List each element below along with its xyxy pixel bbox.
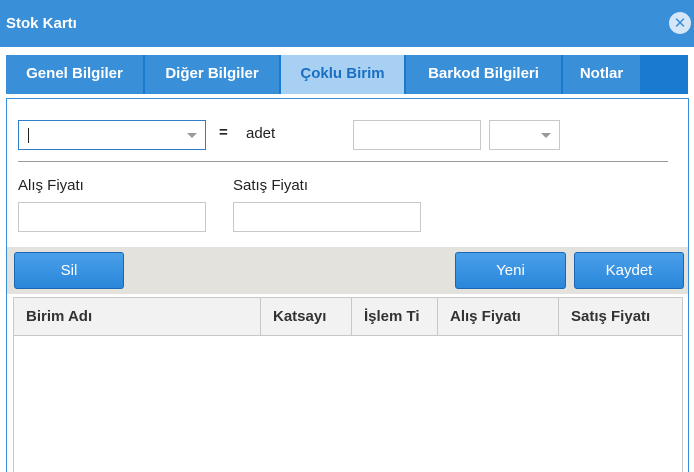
sale-price-label: Satış Fiyatı	[233, 177, 309, 194]
sale-price-field[interactable]	[233, 202, 421, 232]
tab-notlar[interactable]: Notlar	[563, 55, 640, 94]
window-title: Stok Kartı	[6, 15, 77, 32]
base-unit-label: adet	[246, 125, 276, 142]
window-titlebar: Stok Kartı ✕	[0, 0, 694, 47]
column-header-satis-fiyati[interactable]: Satış Fiyatı	[559, 298, 682, 335]
purchase-price-field[interactable]	[18, 202, 206, 232]
unit-select[interactable]	[18, 120, 206, 150]
tab-strip: Genel Bilgiler Diğer Bilgiler Çoklu Biri…	[0, 47, 694, 98]
column-header-alis-fiyati[interactable]: Alış Fiyatı	[438, 298, 559, 335]
column-header-birim-adi[interactable]: Birim Adı	[14, 298, 261, 335]
tab-bar: Genel Bilgiler Diğer Bilgiler Çoklu Biri…	[6, 55, 688, 94]
save-button[interactable]: Kaydet	[574, 252, 684, 289]
equals-sign: =	[219, 124, 228, 141]
secondary-select[interactable]	[489, 120, 560, 150]
chevron-down-icon[interactable]	[541, 133, 551, 138]
multi-unit-panel: = adet Alış Fiyatı Satış Fiyatı Sil Yeni…	[6, 98, 689, 472]
column-header-islem-tipi[interactable]: İşlem Ti	[352, 298, 438, 335]
units-grid: Birim Adı Katsayı İşlem Ti Alış Fiyatı S…	[13, 297, 683, 472]
close-icon[interactable]: ✕	[669, 12, 691, 34]
chevron-down-icon[interactable]	[187, 133, 197, 138]
factor-field[interactable]	[353, 120, 481, 150]
tab-barkod-bilgileri[interactable]: Barkod Bilgileri	[406, 55, 561, 94]
purchase-price-label: Alış Fiyatı	[18, 177, 84, 194]
grid-header: Birim Adı Katsayı İşlem Ti Alış Fiyatı S…	[14, 298, 682, 336]
action-toolbar: Sil Yeni Kaydet	[7, 247, 688, 294]
tab-diger-bilgiler[interactable]: Diğer Bilgiler	[145, 55, 279, 94]
delete-button[interactable]: Sil	[14, 252, 124, 289]
divider	[18, 161, 668, 162]
tab-genel-bilgiler[interactable]: Genel Bilgiler	[6, 55, 143, 94]
text-cursor	[28, 128, 29, 143]
new-button[interactable]: Yeni	[455, 252, 566, 289]
tab-coklu-birim[interactable]: Çoklu Birim	[281, 55, 404, 94]
column-header-katsayi[interactable]: Katsayı	[261, 298, 352, 335]
